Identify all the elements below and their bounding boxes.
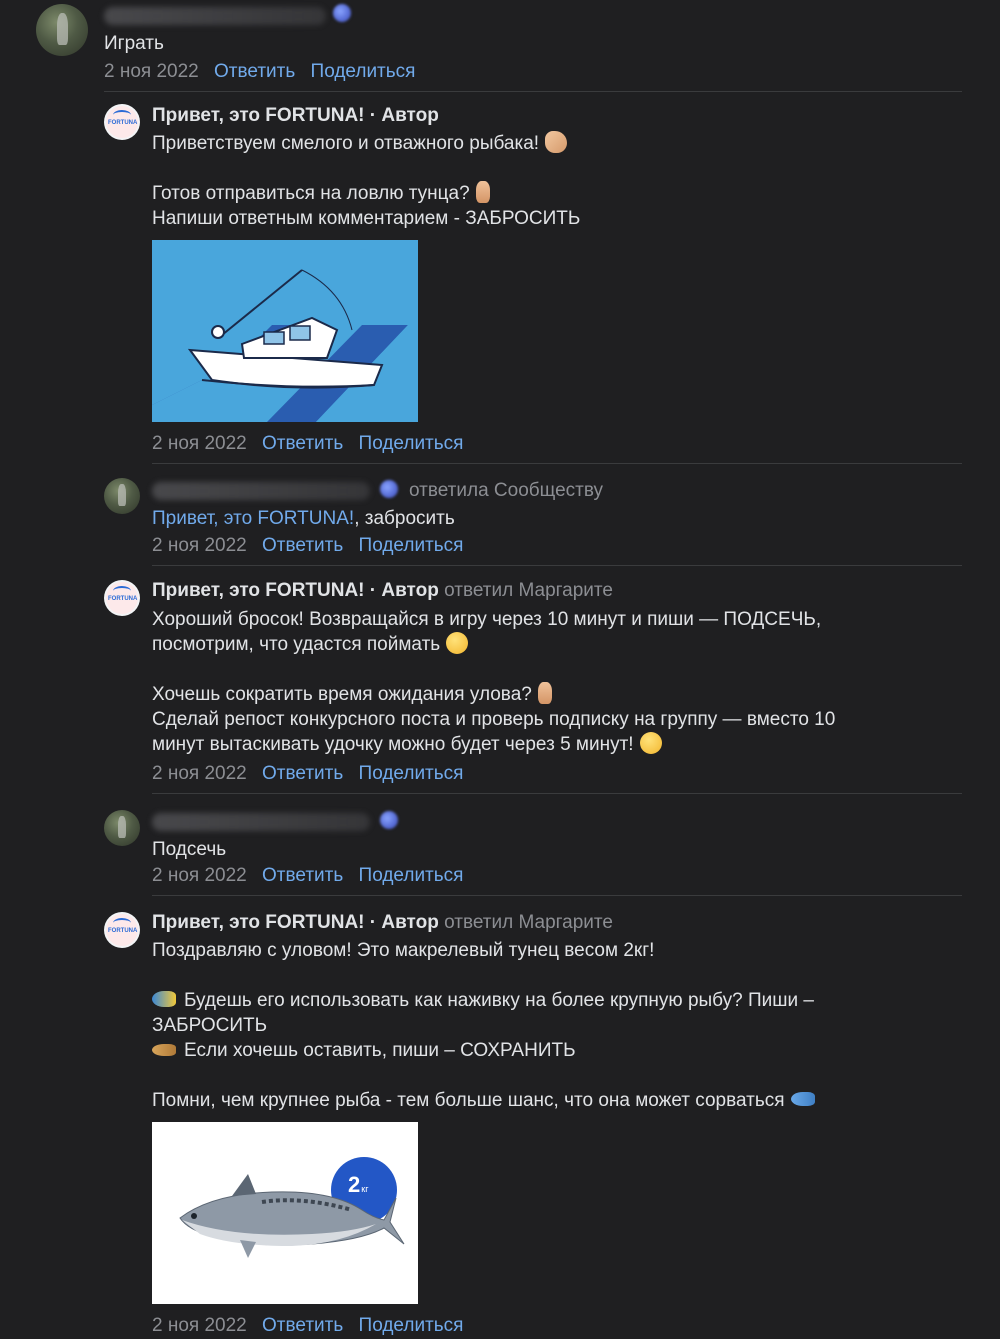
author-name[interactable]: Привет, это FORTUNA! (152, 105, 365, 126)
comment-line: Сделай репост конкурсного поста и провер… (152, 709, 836, 730)
divider (152, 463, 962, 464)
comment-line: Напиши ответным комментарием - ЗАБРОСИТЬ (152, 208, 581, 229)
reply-link[interactable]: Ответить (262, 1315, 343, 1336)
author-name[interactable]: Привет, это FORTUNA! (152, 580, 365, 601)
reply-link[interactable]: Ответить (262, 865, 343, 886)
pointing-down-icon (537, 682, 552, 704)
share-link[interactable]: Поделиться (359, 865, 464, 886)
author-suffix: · Автор (364, 912, 439, 933)
comment-line: Готов отправиться на ловлю тунца? (152, 183, 470, 204)
masked-author-name (152, 482, 370, 500)
reply-context: ответил Маргарите (444, 912, 613, 933)
brand-avatar[interactable]: FORTUNA (104, 104, 140, 140)
comment-body: Поздравляю с уловом! Это макрелевый туне… (152, 938, 815, 1113)
comment-date: 2 ноя 2022 (152, 1315, 247, 1336)
blowfish-icon (152, 1044, 176, 1056)
comment-line: ЗАБРОСИТЬ (152, 1015, 268, 1036)
share-link[interactable]: Поделиться (359, 1315, 464, 1336)
weight-unit: кг (361, 1184, 369, 1194)
reply-link[interactable]: Ответить (214, 61, 295, 82)
brand-logo-text: FORTUNA (108, 928, 138, 934)
flexed-biceps-icon (545, 131, 568, 153)
share-link[interactable]: Поделиться (359, 535, 464, 556)
author-name[interactable]: Привет, это FORTUNA! (152, 912, 365, 933)
comment-date: 2 ноя 2022 (152, 763, 247, 784)
tropical-fish-icon (152, 991, 176, 1007)
share-link[interactable]: Поделиться (311, 61, 416, 82)
mention-link[interactable]: Привет, это FORTUNA! (152, 508, 354, 529)
reply-context: ответила Сообществу (409, 480, 604, 501)
comment-meta: 2 ноя 2022 Ответить Поделиться (152, 865, 463, 887)
comment-line: Поздравляю с уловом! Это макрелевый туне… (152, 940, 655, 961)
comment-line: Если хочешь оставить, пиши – СОХРАНИТЬ (184, 1040, 576, 1061)
masked-author-name (104, 7, 326, 25)
comment-text: Подсечь (152, 839, 227, 860)
divider (152, 895, 962, 896)
comment-line: Хочешь сократить время ожидания улова? (152, 684, 532, 705)
author-suffix: · Автор (364, 580, 439, 601)
brand-logo-text: FORTUNA (108, 120, 138, 126)
comment-body: Хороший бросок! Возвращайся в игру через… (152, 607, 835, 757)
comment-line: , забросить (354, 508, 455, 529)
verified-badge (380, 480, 398, 498)
tuna-image[interactable]: 2кг (152, 1122, 418, 1304)
share-link[interactable]: Поделиться (359, 433, 464, 454)
weight-badge: 2кг (348, 1172, 368, 1198)
brand-avatar[interactable]: FORTUNA (104, 580, 140, 616)
divider (152, 793, 962, 794)
comment-date: 2 ноя 2022 (152, 535, 247, 556)
weight-number: 2 (348, 1172, 361, 1197)
comment-body: Приветствуем смелого и отважного рыбака!… (152, 131, 580, 231)
avatar[interactable] (104, 478, 140, 514)
comment-author[interactable]: Привет, это FORTUNA! · Автор (152, 105, 439, 127)
comment-line: минут вытаскивать удочку можно будет чер… (152, 734, 634, 755)
fish-icon (790, 1092, 815, 1106)
verified-badge (380, 811, 398, 829)
comment-date: 2 ноя 2022 (152, 865, 247, 886)
author-suffix: · Автор (364, 105, 439, 126)
reply-context: ответил Маргарите (444, 580, 613, 601)
divider (152, 565, 962, 566)
comment-author[interactable]: Привет, это FORTUNA! · Автор ответил Мар… (152, 912, 613, 934)
comment-line: Приветствуем смелого и отважного рыбака! (152, 133, 540, 154)
comment-meta: 2 ноя 2022 Ответить Поделиться (152, 763, 463, 785)
brand-logo-text: FORTUNA (108, 596, 138, 602)
comment-text: Играть (104, 33, 164, 54)
boat-illustration (152, 269, 418, 422)
comment-line: посмотрим, что удастся поймать (152, 634, 441, 655)
comment-meta: 2 ноя 2022 Ответить Поделиться (152, 433, 463, 455)
comment-date: 2 ноя 2022 (152, 433, 247, 454)
comment-author[interactable]: Привет, это FORTUNA! · Автор ответил Мар… (152, 580, 613, 602)
comment-date: 2 ноя 2022 (104, 61, 199, 82)
comment-line: Помни, чем крупнее рыба - тем больше шан… (152, 1090, 785, 1111)
zany-face-icon (639, 732, 662, 754)
masked-author-name (152, 813, 370, 831)
reply-link[interactable]: Ответить (262, 433, 343, 454)
avatar[interactable] (104, 810, 140, 846)
comment-text: Привет, это FORTUNA!, забросить (152, 506, 455, 531)
comment-meta: 2 ноя 2022 Ответить Поделиться (104, 61, 415, 83)
boat-image[interactable] (152, 240, 418, 422)
comment-meta: 2 ноя 2022 Ответить Поделиться (152, 535, 463, 557)
winking-face-icon (446, 632, 469, 654)
reply-link[interactable]: Ответить (262, 763, 343, 784)
comment-meta: 2 ноя 2022 Ответить Поделиться (152, 1315, 463, 1337)
tuna-illustration (179, 1157, 405, 1258)
pointing-down-icon (475, 181, 490, 203)
verified-badge (333, 4, 351, 22)
divider (104, 91, 962, 92)
comment-line: Будешь его использовать как наживку на б… (184, 990, 814, 1011)
reply-link[interactable]: Ответить (262, 535, 343, 556)
brand-avatar[interactable]: FORTUNA (104, 912, 140, 948)
share-link[interactable]: Поделиться (359, 763, 464, 784)
avatar[interactable] (36, 4, 88, 56)
comment-line: Хороший бросок! Возвращайся в игру через… (152, 609, 822, 630)
